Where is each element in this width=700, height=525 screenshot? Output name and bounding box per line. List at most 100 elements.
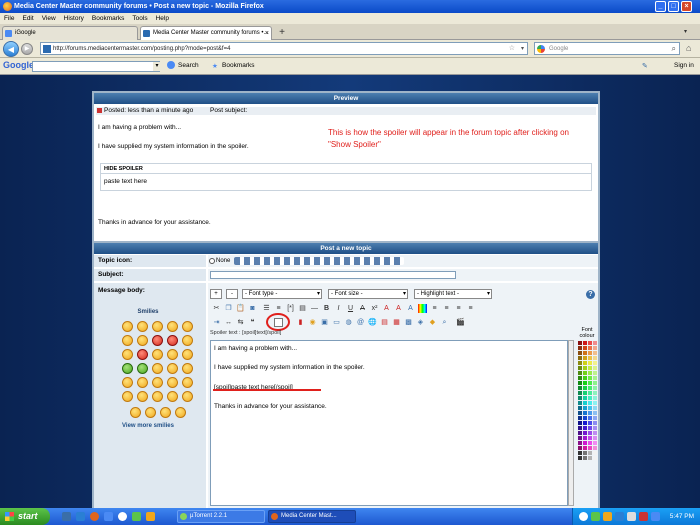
hide-icon[interactable]: ◉ xyxy=(308,318,317,327)
message-textarea[interactable]: I am having a problem with... I have sup… xyxy=(210,340,568,506)
colour-swatch[interactable] xyxy=(583,451,587,455)
smiley-icon[interactable] xyxy=(182,321,193,332)
colour-swatch[interactable] xyxy=(588,431,592,435)
smiley-icon[interactable] xyxy=(122,391,133,402)
align-center-icon[interactable]: ≡ xyxy=(442,304,451,313)
magnifier-icon[interactable]: ⌕ xyxy=(672,43,676,55)
view-more-smilies-link[interactable]: View more smilies xyxy=(94,423,202,429)
colour-swatch[interactable] xyxy=(593,396,597,400)
colour-swatch[interactable] xyxy=(578,426,582,430)
colour-swatch[interactable] xyxy=(578,406,582,410)
colour-swatch[interactable] xyxy=(583,446,587,450)
smiley-icon[interactable] xyxy=(137,335,148,346)
flash-icon[interactable]: ▭ xyxy=(332,318,341,327)
forward-icon[interactable]: ▶ xyxy=(21,43,33,55)
close-tab-icon[interactable]: × xyxy=(265,27,269,40)
spellcheck-icon[interactable]: ◙ xyxy=(248,304,257,313)
link-icon[interactable]: ◍ xyxy=(344,318,353,327)
colour-swatch[interactable] xyxy=(588,456,592,460)
firefox-quicklaunch-icon[interactable] xyxy=(90,512,99,521)
colour-swatch[interactable] xyxy=(593,351,597,355)
colour-swatch[interactable] xyxy=(583,411,587,415)
colour-swatch[interactable] xyxy=(578,401,582,405)
angry-smiley-icon[interactable] xyxy=(167,335,178,346)
colour-swatch[interactable] xyxy=(583,386,587,390)
subject-input[interactable] xyxy=(210,271,456,279)
smiley-icon[interactable] xyxy=(182,363,193,374)
colour-swatch[interactable] xyxy=(578,376,582,380)
smiley-icon[interactable] xyxy=(152,349,163,360)
smiley-icon[interactable] xyxy=(152,321,163,332)
hr-icon[interactable]: — xyxy=(310,304,319,313)
add-bbcode-button[interactable]: + xyxy=(210,289,222,299)
colour-swatch[interactable] xyxy=(583,356,587,360)
colour-swatch[interactable] xyxy=(593,436,597,440)
colour-swatch[interactable] xyxy=(583,381,587,385)
utorrent-tray-icon[interactable] xyxy=(579,512,588,521)
smiley-icon[interactable] xyxy=(130,407,141,418)
quicklaunch-icon[interactable] xyxy=(104,512,113,521)
colour-swatch[interactable] xyxy=(578,436,582,440)
colour-swatch[interactable] xyxy=(593,361,597,365)
colour-swatch[interactable] xyxy=(578,341,582,345)
colour-swatch[interactable] xyxy=(588,426,592,430)
maximize-button[interactable]: □ xyxy=(668,1,679,12)
align-right-icon[interactable]: ≡ xyxy=(454,304,463,313)
star-icon[interactable]: ☆ xyxy=(509,43,515,55)
colour-swatch[interactable] xyxy=(583,346,587,350)
media-icon[interactable]: ▦ xyxy=(392,318,401,327)
colour-swatch[interactable] xyxy=(593,406,597,410)
wrench-icon[interactable]: ✎ xyxy=(642,62,648,70)
menu-view[interactable]: View xyxy=(42,15,56,22)
colour-swatch[interactable] xyxy=(578,416,582,420)
colour-swatch[interactable] xyxy=(583,431,587,435)
colour-swatch[interactable] xyxy=(593,381,597,385)
colour-swatch[interactable] xyxy=(583,426,587,430)
new-tab-icon[interactable]: + xyxy=(276,27,288,39)
highlight-select[interactable]: - Highlight text - ▾ xyxy=(414,289,492,299)
colour-swatch[interactable] xyxy=(583,376,587,380)
smiley-icon[interactable] xyxy=(167,391,178,402)
quote-icon[interactable]: ❝ xyxy=(248,318,257,327)
direction-icon[interactable]: ⇆ xyxy=(236,318,245,327)
back-icon[interactable]: ◀ xyxy=(3,41,19,57)
colour-swatch[interactable] xyxy=(583,361,587,365)
quicklaunch-icon[interactable] xyxy=(132,512,141,521)
colour-swatch[interactable] xyxy=(578,391,582,395)
colour-swatch[interactable] xyxy=(583,341,587,345)
colour-swatch[interactable] xyxy=(593,451,597,455)
numbered-list-icon[interactable]: ≡ xyxy=(274,304,283,313)
start-button[interactable]: start xyxy=(0,508,50,525)
volume-icon[interactable] xyxy=(627,512,636,521)
smiley-icon[interactable] xyxy=(152,377,163,388)
colour-swatch[interactable] xyxy=(583,351,587,355)
help-icon[interactable]: ? xyxy=(586,290,595,299)
rainbow-icon[interactable] xyxy=(418,304,427,313)
superscript-icon[interactable]: x² xyxy=(370,304,379,313)
colour-swatch[interactable] xyxy=(583,421,587,425)
colour-swatch[interactable] xyxy=(578,441,582,445)
devil-smiley-icon[interactable] xyxy=(137,349,148,360)
colour-swatch[interactable] xyxy=(583,396,587,400)
menu-file[interactable]: File xyxy=(4,15,14,22)
colour-swatch[interactable] xyxy=(593,376,597,380)
colour-swatch[interactable] xyxy=(578,361,582,365)
smiley-icon[interactable] xyxy=(182,377,193,388)
upload-icon[interactable]: ▩ xyxy=(404,318,413,327)
colour-swatch[interactable] xyxy=(578,371,582,375)
colour-swatch[interactable] xyxy=(593,391,597,395)
google-search-input[interactable] xyxy=(32,61,160,72)
colour-swatch[interactable] xyxy=(588,376,592,380)
textarea-scrollbar[interactable] xyxy=(568,340,574,506)
list-item-icon[interactable]: [*] xyxy=(286,304,295,313)
colour-swatch[interactable] xyxy=(578,356,582,360)
list-icon[interactable]: ☰ xyxy=(262,304,271,313)
smiley-icon[interactable] xyxy=(122,377,133,388)
colour-swatch[interactable] xyxy=(578,386,582,390)
address-bar[interactable]: http://forums.mediacentermaster.com/post… xyxy=(40,42,528,55)
video-icon[interactable]: ▤ xyxy=(380,318,389,327)
colour-swatch[interactable] xyxy=(578,396,582,400)
colour-swatch[interactable] xyxy=(583,406,587,410)
smiley-icon[interactable] xyxy=(137,391,148,402)
colour-swatch[interactable] xyxy=(588,361,592,365)
